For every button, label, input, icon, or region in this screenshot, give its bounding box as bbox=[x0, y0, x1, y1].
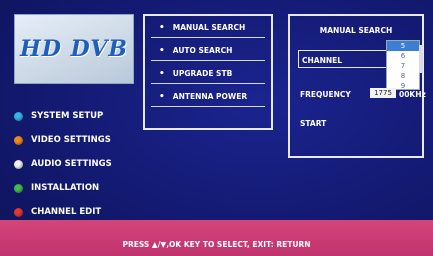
menu-item-label: VIDEO SETTINGS bbox=[31, 135, 111, 145]
tv-screen: HD DVB SYSTEM SETUP VIDEO SETTINGS AUDIO… bbox=[0, 0, 433, 256]
bullet-icon: • bbox=[159, 45, 165, 56]
red-dot-icon bbox=[14, 207, 23, 217]
channel-label: CHANNEL bbox=[302, 56, 343, 65]
menu-item-label: SYSTEM SETUP bbox=[31, 111, 104, 121]
menu-item-system-setup[interactable]: SYSTEM SETUP bbox=[14, 104, 112, 128]
brand-logo: HD DVB bbox=[14, 14, 134, 84]
menu-item-video-settings[interactable]: VIDEO SETTINGS bbox=[14, 128, 112, 152]
submenu-item-auto-search[interactable]: • AUTO SEARCH bbox=[145, 39, 271, 62]
frequency-unit: 00KHz bbox=[399, 90, 426, 99]
bullet-icon: • bbox=[159, 68, 165, 79]
blue-dot-icon bbox=[14, 111, 23, 121]
submenu-item-label: UPGRADE STB bbox=[172, 69, 233, 78]
installation-submenu: • MANUAL SEARCH • AUTO SEARCH • UPGRADE … bbox=[143, 14, 273, 130]
menu-item-audio-settings[interactable]: AUDIO SETTINGS bbox=[14, 152, 112, 176]
panel-title: MANUAL SEARCH bbox=[319, 26, 393, 35]
green-dot-icon bbox=[14, 183, 23, 193]
bullet-icon: • bbox=[159, 91, 165, 102]
frequency-label: FREQUENCY bbox=[300, 90, 351, 99]
main-menu: SYSTEM SETUP VIDEO SETTINGS AUDIO SETTIN… bbox=[14, 104, 112, 224]
submenu-item-manual-search[interactable]: • MANUAL SEARCH bbox=[145, 16, 271, 39]
dropdown-option[interactable]: 7 bbox=[387, 61, 419, 71]
menu-item-label: CHANNEL EDIT bbox=[31, 207, 102, 217]
submenu-item-antenna-power[interactable]: • ANTENNA POWER bbox=[145, 85, 271, 108]
help-bar: PRESS ▲/▼,OK KEY TO SELECT, EXIT: RETURN bbox=[0, 220, 433, 256]
menu-item-label: INSTALLATION bbox=[31, 183, 100, 193]
submenu-item-label: AUTO SEARCH bbox=[172, 46, 233, 55]
submenu-item-label: ANTENNA POWER bbox=[172, 92, 248, 101]
white-dot-icon bbox=[14, 159, 23, 169]
manual-search-panel: MANUAL SEARCH CHANNEL 5 6 7 8 9 FREQUENC… bbox=[288, 14, 426, 158]
dropdown-option[interactable]: 6 bbox=[387, 51, 419, 61]
dropdown-option-selected[interactable]: 5 bbox=[387, 41, 419, 51]
menu-item-label: AUDIO SETTINGS bbox=[31, 159, 112, 169]
dropdown-scrollbar[interactable] bbox=[419, 45, 423, 73]
logo-text: HD DVB bbox=[20, 36, 128, 62]
submenu-item-upgrade-stb[interactable]: • UPGRADE STB bbox=[145, 62, 271, 85]
start-button[interactable]: START bbox=[300, 119, 326, 128]
dropdown-option[interactable]: 8 bbox=[387, 71, 419, 81]
help-text: PRESS ▲/▼,OK KEY TO SELECT, EXIT: RETURN bbox=[122, 240, 311, 249]
menu-item-installation[interactable]: INSTALLATION bbox=[14, 176, 112, 200]
frequency-input[interactable]: 1775 bbox=[370, 88, 396, 98]
submenu-item-label: MANUAL SEARCH bbox=[172, 23, 246, 32]
bullet-icon: • bbox=[159, 22, 165, 33]
orange-dot-icon bbox=[14, 135, 23, 145]
channel-dropdown[interactable]: 5 6 7 8 9 bbox=[386, 40, 423, 90]
